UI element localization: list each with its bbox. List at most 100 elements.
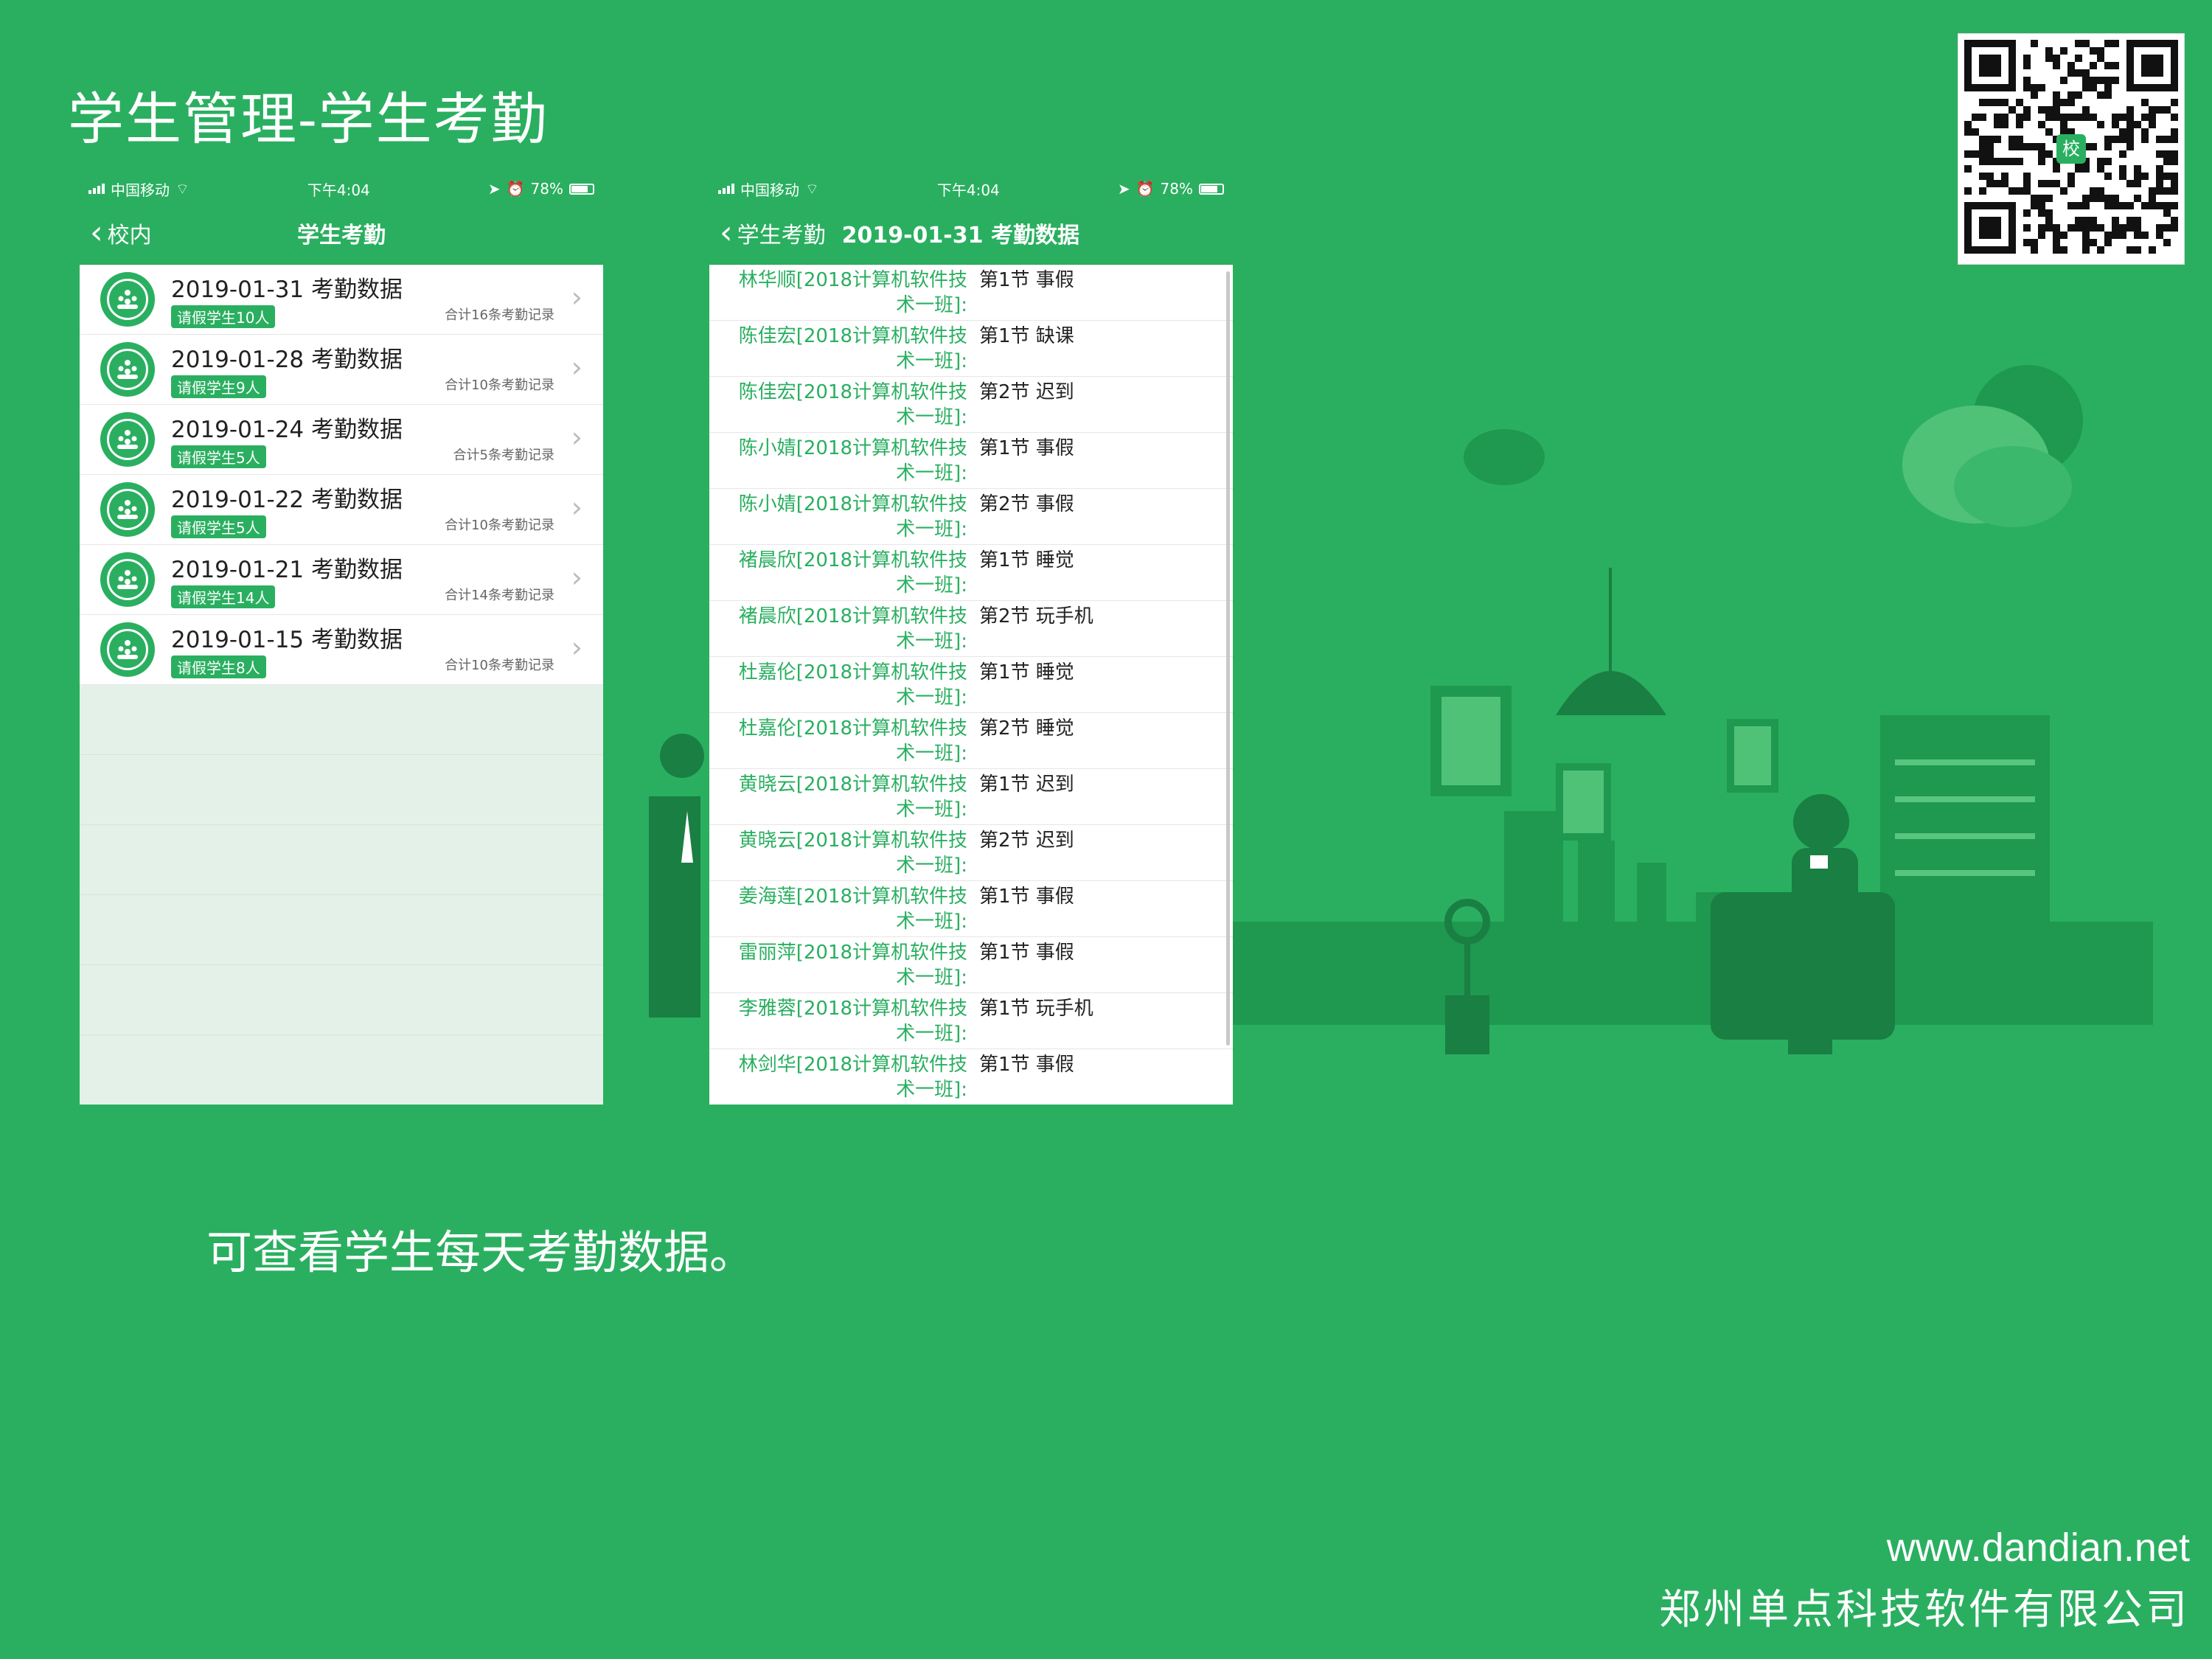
list-item[interactable]: 2019-01-31 考勤数据 请假学生10人 合计16条考勤记录 › <box>80 265 603 335</box>
table-row: 林剑华[2018计算机软件技术一班]: 第1节 事假 <box>709 1049 1233 1105</box>
carrier-label: 中国移动 <box>111 181 170 199</box>
wifi-icon: ⌔ <box>805 179 819 198</box>
group-icon <box>100 482 155 537</box>
attendance-status: 第2节 玩手机 <box>979 605 1093 627</box>
battery-percent: 78% <box>1160 180 1193 198</box>
student-name: 杜嘉伦[2018计算机软件技术一班]: <box>738 661 967 709</box>
scrollbar[interactable] <box>1226 271 1230 1046</box>
qr-badge-text: 校 <box>2062 139 2080 159</box>
page-title: 2019-01-31 考勤数据 <box>841 223 1079 248</box>
attendance-status: 第1节 事假 <box>979 269 1074 291</box>
attendance-status: 第1节 事假 <box>979 1054 1074 1076</box>
clock-label: 下午4:04 <box>936 181 1000 199</box>
table-row: 黄晓云[2018计算机软件技术一班]: 第1节 迟到 <box>709 769 1233 825</box>
group-icon <box>100 552 155 607</box>
battery-percent: 78% <box>530 180 563 198</box>
table-row: 杜嘉伦[2018计算机软件技术一班]: 第1节 睡觉 <box>709 657 1233 713</box>
list-item[interactable]: 2019-01-21 考勤数据 请假学生14人 合计14条考勤记录 › <box>80 545 603 615</box>
group-icon <box>100 412 155 467</box>
student-name: 褚晨欣[2018计算机软件技术一班]: <box>738 549 967 597</box>
row-title: 2019-01-31 考勤数据 <box>171 276 403 303</box>
record-count: 合计10条考勤记录 <box>445 378 554 393</box>
student-name: 雷丽萍[2018计算机软件技术一班]: <box>738 942 967 989</box>
chevron-right-icon: › <box>571 281 582 313</box>
location-icon: ➤ <box>1117 180 1130 198</box>
table-row: 褚晨欣[2018计算机软件技术一班]: 第1节 睡觉 <box>709 545 1233 601</box>
signal-icon <box>88 184 105 194</box>
wifi-icon: ⌔ <box>175 179 189 198</box>
status-bar: 中国移动 ⌔ 下午4:04 ➤ ⏰ 78% <box>709 175 1233 202</box>
attendance-status: 第2节 睡觉 <box>979 717 1074 740</box>
chevron-right-icon: › <box>571 351 582 383</box>
attendance-status: 第2节 迟到 <box>979 381 1074 403</box>
status-bar: 中国移动 ⌔ 下午4:04 ➤ ⏰ 78% <box>80 175 603 202</box>
leave-count-badge: 请假学生5人 <box>171 515 266 538</box>
phone-screen-attendance-list: 中国移动 ⌔ 下午4:04 ➤ ⏰ 78% ‹ 校内 学生考勤 2019-01-… <box>80 175 603 1105</box>
group-icon <box>100 342 155 397</box>
attendance-status: 第1节 睡觉 <box>979 549 1074 571</box>
row-title: 2019-01-21 考勤数据 <box>171 557 403 583</box>
table-row: 李雅蓉[2018计算机软件技术一班]: 第1节 玩手机 <box>709 993 1233 1049</box>
student-name: 林华顺[2018计算机软件技术一班]: <box>738 269 967 316</box>
attendance-record-list: 林华顺[2018计算机软件技术一班]: 第1节 事假 陈佳宏[2018计算机软件… <box>709 265 1233 1105</box>
battery-icon <box>568 183 594 195</box>
table-row: 陈佳宏[2018计算机软件技术一班]: 第1节 缺课 <box>709 321 1233 377</box>
student-name: 陈佳宏[2018计算机软件技术一班]: <box>738 381 967 428</box>
record-count: 合计10条考勤记录 <box>445 658 554 673</box>
table-row: 姜海莲[2018计算机软件技术一班]: 第1节 事假 <box>709 881 1233 937</box>
attendance-status: 第1节 缺课 <box>979 325 1074 347</box>
alarm-icon: ⏰ <box>506 180 525 198</box>
back-button[interactable]: ‹ 校内 <box>80 217 152 249</box>
row-title: 2019-01-22 考勤数据 <box>171 487 403 513</box>
slide-caption: 可查看学生每天考勤数据。 <box>206 1225 756 1279</box>
table-row: 陈小婧[2018计算机软件技术一班]: 第1节 事假 <box>709 433 1233 489</box>
group-icon <box>100 272 155 327</box>
student-name: 陈小婧[2018计算机软件技术一班]: <box>738 493 967 540</box>
alarm-icon: ⏰ <box>1135 180 1155 198</box>
student-name: 陈小婧[2018计算机软件技术一班]: <box>738 437 967 484</box>
attendance-status: 第1节 迟到 <box>979 773 1074 796</box>
leave-count-badge: 请假学生8人 <box>171 655 266 678</box>
record-count: 合计5条考勤记录 <box>453 448 554 463</box>
student-name: 杜嘉伦[2018计算机软件技术一班]: <box>738 717 967 765</box>
row-title: 2019-01-15 考勤数据 <box>171 627 403 653</box>
list-item[interactable]: 2019-01-15 考勤数据 请假学生8人 合计10条考勤记录 › <box>80 615 603 685</box>
student-name: 黄晓云[2018计算机软件技术一班]: <box>738 830 967 877</box>
footer-company: 郑州单点科技软件有限公司 <box>1659 1586 2190 1634</box>
leave-count-badge: 请假学生5人 <box>171 445 266 468</box>
attendance-status: 第1节 事假 <box>979 886 1074 908</box>
table-row: 林华顺[2018计算机软件技术一班]: 第1节 事假 <box>709 265 1233 321</box>
phone-screen-attendance-detail: 中国移动 ⌔ 下午4:04 ➤ ⏰ 78% ‹ 学生考勤 2019-01-31 … <box>709 175 1233 1105</box>
nav-bar: ‹ 学生考勤 2019-01-31 考勤数据 <box>709 202 1233 265</box>
attendance-status: 第2节 迟到 <box>979 830 1074 852</box>
back-label: 校内 <box>107 223 152 248</box>
back-button[interactable]: ‹ 学生考勤 <box>709 217 826 249</box>
leave-count-badge: 请假学生10人 <box>171 305 276 328</box>
slide-title: 学生管理-学生考勤 <box>68 86 549 152</box>
chevron-right-icon: › <box>571 421 582 453</box>
list-item[interactable]: 2019-01-24 考勤数据 请假学生5人 合计5条考勤记录 › <box>80 405 603 475</box>
list-item[interactable]: 2019-01-22 考勤数据 请假学生5人 合计10条考勤记录 › <box>80 475 603 545</box>
chevron-left-icon: ‹ <box>90 214 103 251</box>
back-label: 学生考勤 <box>737 223 826 248</box>
chevron-left-icon: ‹ <box>720 214 733 251</box>
footer-url: www.dandian.net <box>1886 1526 2190 1570</box>
record-count: 合计16条考勤记录 <box>445 307 554 323</box>
group-icon <box>100 622 155 677</box>
list-item[interactable]: 2019-01-28 考勤数据 请假学生9人 合计10条考勤记录 › <box>80 335 603 405</box>
table-row: 黄晓云[2018计算机软件技术一班]: 第2节 迟到 <box>709 825 1233 881</box>
student-name: 姜海莲[2018计算机软件技术一班]: <box>738 886 967 933</box>
chevron-right-icon: › <box>571 561 582 594</box>
leave-count-badge: 请假学生14人 <box>171 585 276 608</box>
student-name: 褚晨欣[2018计算机软件技术一班]: <box>738 605 967 653</box>
attendance-status: 第1节 事假 <box>979 437 1074 459</box>
chevron-right-icon: › <box>571 631 582 664</box>
table-row: 雷丽萍[2018计算机软件技术一班]: 第1节 事假 <box>709 937 1233 993</box>
location-icon: ➤ <box>487 180 501 198</box>
record-count: 合计14条考勤记录 <box>445 588 554 603</box>
clock-label: 下午4:04 <box>307 181 370 199</box>
attendance-status: 第1节 睡觉 <box>979 661 1074 684</box>
attendance-date-list: 2019-01-31 考勤数据 请假学生10人 合计16条考勤记录 › 2019… <box>80 265 603 685</box>
record-count: 合计10条考勤记录 <box>445 518 554 533</box>
row-title: 2019-01-24 考勤数据 <box>171 417 403 443</box>
